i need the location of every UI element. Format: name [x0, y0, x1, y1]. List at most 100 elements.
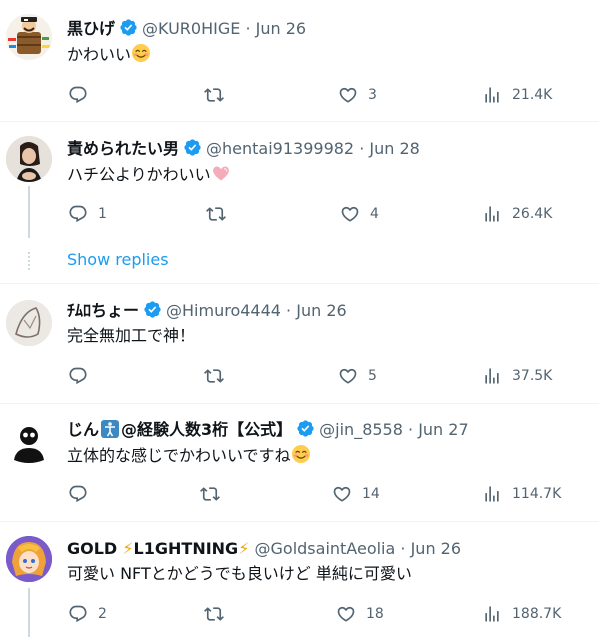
- reply-button[interactable]: 1: [68, 204, 107, 224]
- display-name-suffix[interactable]: @経験人数3桁【公式】: [121, 420, 292, 439]
- show-replies-link[interactable]: Show replies: [67, 250, 169, 269]
- views-button[interactable]: 21.4K: [482, 85, 552, 105]
- avatar[interactable]: [6, 420, 52, 466]
- reply-button[interactable]: [68, 85, 98, 105]
- tweet[interactable]: GOLD ⚡L1GHTNING⚡ @GoldsaintAeolia · Jun …: [0, 522, 599, 637]
- thread-dotted-line: [28, 252, 30, 270]
- retweet-icon: [206, 204, 226, 224]
- display-name[interactable]: GOLD: [67, 539, 117, 558]
- tweet-date[interactable]: Jun 28: [369, 139, 419, 158]
- pink-heart-emoji-icon: [211, 163, 231, 183]
- views-icon: [482, 85, 502, 105]
- views-icon: [482, 366, 502, 386]
- avatar[interactable]: [6, 536, 52, 582]
- display-name[interactable]: ﾁﾑﾛちょー: [67, 301, 139, 320]
- reply-button[interactable]: [68, 366, 98, 386]
- reply-icon: [68, 366, 88, 386]
- like-count: 18: [366, 606, 384, 622]
- smiling-face-emoji-icon: [131, 43, 151, 63]
- views-button[interactable]: 188.7K: [482, 604, 561, 624]
- views-icon: [482, 604, 502, 624]
- retweet-button[interactable]: [200, 484, 230, 504]
- retweet-icon: [200, 484, 220, 504]
- verified-badge-icon: [296, 419, 315, 438]
- retweet-icon: [204, 366, 224, 386]
- tweet-text: 可愛い NFTとかどうでも良いけど 単純に可愛い: [67, 564, 412, 583]
- tweet-actions: 1 4 26.4K: [0, 204, 599, 226]
- like-button[interactable]: 3: [338, 85, 377, 105]
- view-count: 37.5K: [512, 368, 553, 384]
- reply-button[interactable]: [68, 484, 98, 504]
- heart-icon: [338, 85, 358, 105]
- tweet[interactable]: じん @経験人数3桁【公式】 @jin_8558 · Jun 27 立体的な感じでか…: [0, 404, 599, 522]
- like-count: 5: [368, 368, 377, 384]
- display-name[interactable]: 黒ひげ: [67, 19, 115, 38]
- lightning-icon: ⚡: [122, 539, 134, 558]
- separator-dot: ·: [408, 420, 414, 439]
- heart-icon: [332, 484, 352, 504]
- lightning-icon: ⚡: [238, 539, 250, 558]
- display-name[interactable]: じん: [67, 420, 99, 439]
- user-handle[interactable]: @KUR0HIGE: [142, 19, 240, 38]
- like-button[interactable]: 18: [336, 604, 384, 624]
- avatar[interactable]: [6, 136, 52, 182]
- like-button[interactable]: 14: [332, 484, 380, 504]
- like-count: 3: [368, 87, 377, 103]
- views-icon: [482, 204, 502, 224]
- views-button[interactable]: 26.4K: [482, 204, 552, 224]
- user-handle[interactable]: @jin_8558: [319, 420, 403, 439]
- smiling-face-emoji-icon: [291, 444, 311, 464]
- tweet-date[interactable]: Jun 26: [256, 19, 306, 38]
- tweet-actions: 14 114.7K: [0, 484, 599, 506]
- reply-count: 1: [98, 206, 107, 222]
- avatar[interactable]: [6, 14, 52, 60]
- retweet-button[interactable]: [204, 366, 234, 386]
- reply-button[interactable]: 2: [68, 604, 107, 624]
- user-handle[interactable]: @hentai91399982: [206, 139, 354, 158]
- tweet-date[interactable]: Jun 26: [411, 539, 461, 558]
- accessibility-icon: [101, 420, 120, 438]
- avatar[interactable]: [6, 300, 52, 346]
- tweet-actions: 2 18 188.7K: [0, 604, 599, 626]
- tweet-text: ハチ公よりかわいい: [67, 163, 231, 186]
- retweet-button[interactable]: [204, 85, 234, 105]
- user-handle[interactable]: @Himuro4444: [166, 301, 281, 320]
- display-name-middle[interactable]: L1GHTNING: [134, 539, 239, 558]
- tweet[interactable]: ﾁﾑﾛちょー @Himuro4444 · Jun 26 完全無加工で神！ 5 37…: [0, 284, 599, 404]
- view-count: 26.4K: [512, 206, 553, 222]
- separator-dot: ·: [286, 301, 292, 320]
- tweet-date[interactable]: Jun 26: [296, 301, 346, 320]
- like-button[interactable]: 5: [338, 366, 377, 386]
- tweet-header: 責められたい男 @hentai91399982 · Jun 28: [67, 138, 420, 160]
- separator-dot: ·: [245, 19, 251, 38]
- retweet-icon: [204, 604, 224, 624]
- tweet-text: かわいい: [67, 43, 151, 66]
- tweet-actions: 3 21.4K: [0, 85, 599, 107]
- tweet-header: ﾁﾑﾛちょー @Himuro4444 · Jun 26: [67, 300, 347, 322]
- reply-icon: [68, 484, 88, 504]
- retweet-button[interactable]: [206, 204, 236, 224]
- views-button[interactable]: 37.5K: [482, 366, 552, 386]
- tweet-text: 立体的な感じでかわいいですね: [67, 444, 311, 467]
- display-name[interactable]: 責められたい男: [67, 139, 179, 158]
- like-count: 4: [370, 206, 379, 222]
- tweet-header: じん @経験人数3桁【公式】 @jin_8558 · Jun 27: [67, 419, 469, 441]
- thread-line: [28, 186, 30, 238]
- tweet-header: GOLD ⚡L1GHTNING⚡ @GoldsaintAeolia · Jun …: [67, 538, 461, 560]
- heart-icon: [336, 604, 356, 624]
- retweet-button[interactable]: [204, 604, 234, 624]
- views-button[interactable]: 114.7K: [482, 484, 561, 504]
- like-count: 14: [362, 486, 380, 502]
- views-icon: [482, 484, 502, 504]
- retweet-icon: [204, 85, 224, 105]
- tweet-actions: 5 37.5K: [0, 366, 599, 388]
- tweet[interactable]: 黒ひげ @KUR0HIGE · Jun 26 かわいい 3 21.4K: [0, 0, 599, 122]
- like-button[interactable]: 4: [340, 204, 379, 224]
- verified-badge-icon: [143, 300, 162, 319]
- reply-icon: [68, 204, 88, 224]
- tweet-header: 黒ひげ @KUR0HIGE · Jun 26: [67, 18, 306, 40]
- separator-dot: ·: [359, 139, 365, 158]
- verified-badge-icon: [183, 138, 202, 157]
- user-handle[interactable]: @GoldsaintAeolia: [255, 539, 396, 558]
- tweet-date[interactable]: Jun 27: [418, 420, 468, 439]
